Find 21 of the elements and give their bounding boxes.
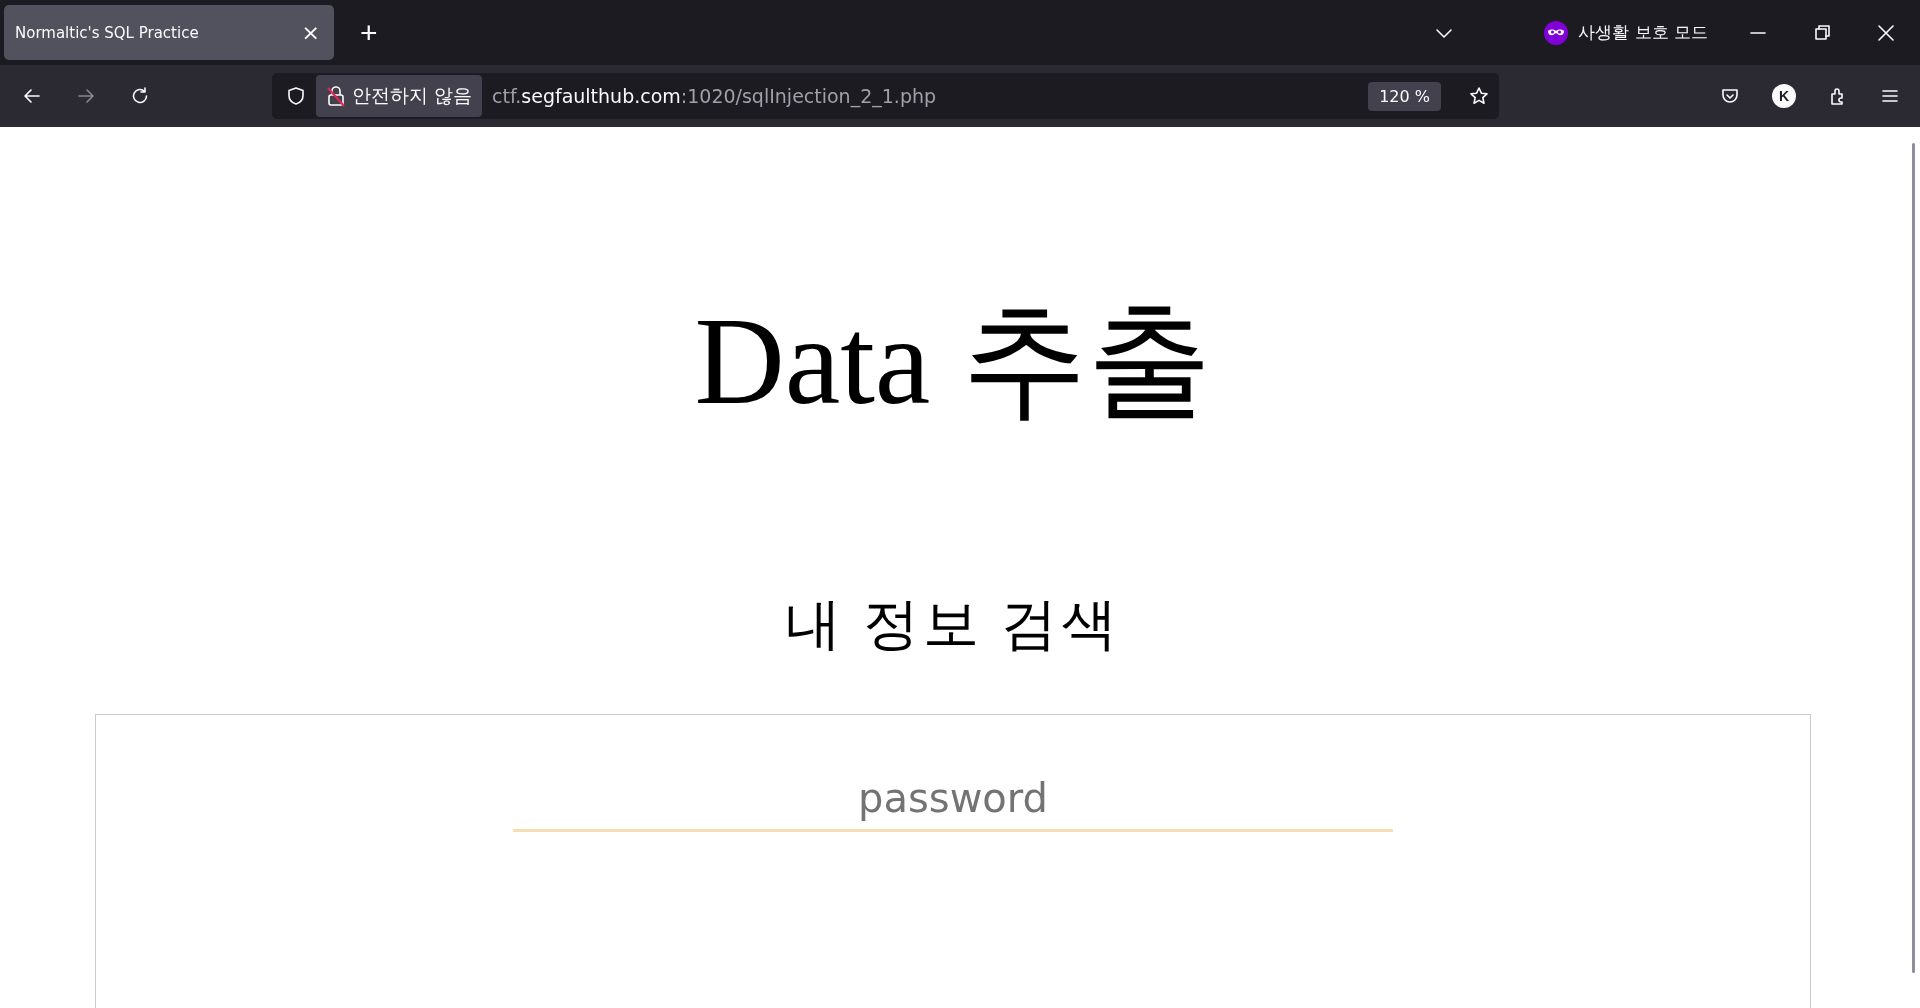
- scrollbar-thumb[interactable]: [1911, 143, 1915, 973]
- forward-arrow-icon[interactable]: [76, 86, 96, 106]
- zoom-level-button[interactable]: 120 %: [1368, 81, 1441, 111]
- new-tab-button[interactable]: +: [356, 15, 382, 50]
- page-title: Data 추출: [694, 299, 1212, 424]
- back-arrow-icon[interactable]: [22, 86, 42, 106]
- reload-icon[interactable]: [130, 86, 150, 106]
- restore-icon[interactable]: [1812, 22, 1832, 43]
- close-tab-button[interactable]: ×: [301, 20, 320, 45]
- mask-icon: [1544, 20, 1569, 45]
- star-icon[interactable]: [1469, 86, 1489, 106]
- private-mode-label: 사생활 보호 모드: [1578, 21, 1708, 44]
- security-indicator[interactable]: 안전하지 않음: [316, 75, 483, 117]
- pocket-icon[interactable]: [1720, 86, 1740, 106]
- tab-title: Normaltic's SQL Practice: [15, 23, 199, 42]
- url-text[interactable]: ctf.segfaulthub.com:1020/sqlInjection_2_1.php: [492, 85, 1359, 107]
- section-heading: 내 정보 검색: [785, 596, 1121, 652]
- shield-icon[interactable]: [286, 86, 306, 106]
- close-icon[interactable]: [1876, 22, 1896, 43]
- account-avatar[interactable]: K: [1772, 84, 1796, 108]
- browser-tab[interactable]: Normaltic's SQL Practice ×: [4, 5, 334, 60]
